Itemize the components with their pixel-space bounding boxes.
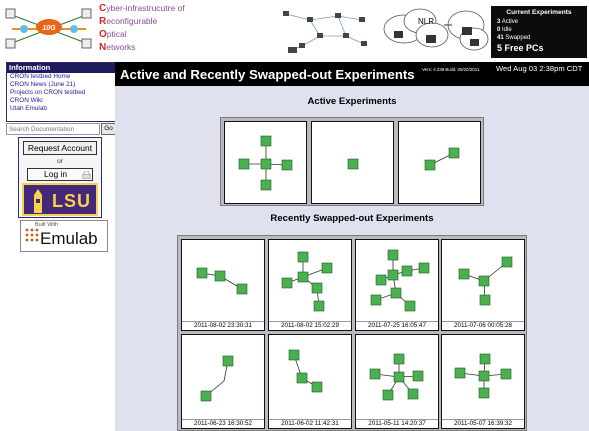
- swapped-date: 2011-05-11 14:20:37: [356, 419, 438, 428]
- search-row: Go: [6, 123, 116, 135]
- topology-diagram: [288, 349, 323, 393]
- swapped-count-row[interactable]: 41 Swapped: [495, 34, 583, 42]
- swapped-count: 41: [497, 35, 504, 41]
- active-experiment-thumb[interactable]: [224, 121, 307, 204]
- nlr-cloud-icon: NLR: [383, 8, 489, 51]
- topology-diagram: [347, 158, 359, 170]
- topology-diagram: [454, 353, 512, 399]
- active-experiment-thumb[interactable]: [311, 121, 394, 204]
- sidebar-link-projects[interactable]: Projects on CRON testbed: [7, 89, 115, 97]
- swapped-experiment-thumb[interactable]: 2011-05-07 16:39:32: [441, 334, 525, 429]
- login-label: Log in: [44, 169, 68, 179]
- network-topology-icon: [283, 11, 367, 53]
- version-text: Vers: 4.239 Build: 05/20/2011: [422, 67, 480, 72]
- swapped-experiment-thumb[interactable]: 2011-08-02 23:30:31: [181, 239, 265, 331]
- cron-title-line: Cyber-infrastrucutre of: [99, 2, 185, 15]
- account-panel: Request Account or Log in LSU: [18, 137, 102, 218]
- emulab-dots-icon: [25, 228, 39, 242]
- page-header: Active and Recently Swapped-out Experime…: [115, 62, 589, 86]
- cron-title: Cyber-infrastrucutre of Reconfigurable O…: [99, 2, 185, 54]
- active-count-row[interactable]: 3 Active: [495, 18, 583, 26]
- logo-label: 10G: [42, 25, 56, 32]
- tower-icon: [34, 189, 42, 213]
- sidebar-link-cron-wiki[interactable]: CRON Wiki: [7, 97, 115, 105]
- topology-diagram: [238, 135, 293, 191]
- active-count: 3: [497, 19, 501, 25]
- swapped-date: 2011-07-06 00:05:28: [442, 321, 524, 330]
- swapped-experiment-thumb[interactable]: 2011-06-23 16:30:52: [181, 334, 265, 429]
- search-input[interactable]: [6, 123, 100, 135]
- swapped-experiment-thumb[interactable]: 2011-06-02 11:42:31: [268, 334, 352, 429]
- idle-count-row[interactable]: 0 Idle: [495, 26, 583, 34]
- request-account-button[interactable]: Request Account: [23, 141, 97, 155]
- swapped-experiment-thumb[interactable]: 2011-08-02 15:02:29: [268, 239, 352, 331]
- title-rest: econfigurable: [106, 16, 158, 26]
- or-text: or: [57, 158, 63, 165]
- swapped-experiments-heading: Recently Swapped-out Experiments: [270, 213, 434, 224]
- idle-label: Idle: [502, 27, 512, 33]
- lock-icon: [82, 171, 91, 179]
- cron-title-line: Reconfigurable: [99, 15, 185, 28]
- information-panel: Information CRON testbed Home CRON News …: [6, 62, 116, 122]
- sidebar-link-utah-emulab[interactable]: Utah Emulab: [7, 105, 115, 113]
- topology-diagram: [370, 249, 430, 312]
- built-with-emulab-badge[interactable]: Built With Emulab: [20, 220, 108, 252]
- cron-logo[interactable]: 10G: [4, 3, 94, 55]
- information-title: Information: [7, 63, 115, 73]
- swapped-date: 2011-08-02 23:30:31: [182, 321, 264, 330]
- active-experiment-thumb[interactable]: [398, 121, 481, 204]
- active-experiments-grid: [220, 117, 484, 206]
- title-rest: etworks: [106, 42, 136, 52]
- free-pcs[interactable]: 5 Free PCs: [495, 43, 583, 54]
- cloud-label: NLR: [418, 17, 434, 26]
- initial-letter: O: [99, 29, 107, 40]
- lsu-wordmark: LSU: [52, 191, 91, 211]
- swapped-date: 2011-08-02 15:02:29: [269, 321, 351, 330]
- topology-diagram: [369, 353, 424, 401]
- topology-diagram: [281, 251, 333, 312]
- cron-title-line: Networks: [99, 41, 185, 54]
- banner: 10G Cyber-infrastrucutre of Reconfigurab…: [0, 0, 589, 60]
- sidebar: Information CRON testbed Home CRON News …: [0, 60, 116, 431]
- swapped-date: 2011-05-07 16:39:32: [442, 419, 524, 428]
- datetime-text: Wed Aug 03 2:38pm CDT: [496, 64, 583, 73]
- swapped-experiment-thumb[interactable]: 2011-07-06 00:05:28: [441, 239, 525, 331]
- lsu-logo[interactable]: LSU: [22, 183, 98, 216]
- swapped-date: 2011-06-23 16:30:52: [182, 419, 264, 428]
- swapped-label: Swapped: [505, 35, 531, 41]
- sidebar-link-cron-home[interactable]: CRON testbed Home: [7, 73, 115, 81]
- swapped-experiment-thumb[interactable]: 2011-05-11 14:20:37: [355, 334, 439, 429]
- search-go-button[interactable]: Go: [101, 123, 116, 135]
- main-content: Active Experiments Recently Swapped-out …: [115, 86, 589, 431]
- active-experiments-heading: Active Experiments: [307, 96, 397, 107]
- topology-diagram: [424, 147, 460, 171]
- topology-diagram: [458, 256, 513, 306]
- active-label: Active: [501, 19, 519, 25]
- login-button[interactable]: Log in: [27, 168, 93, 181]
- page-title: Active and Recently Swapped-out Experime…: [120, 67, 415, 82]
- cron-title-line: Optical: [99, 28, 185, 41]
- topology-diagram: [200, 355, 234, 402]
- topology-diagram: [196, 267, 248, 295]
- title-rest: yber-infrastrucutre of: [106, 3, 185, 13]
- current-experiments-panel: Current Experiments 3 Active 0 Idle 41 S…: [491, 6, 587, 58]
- page-root: 10G Cyber-infrastrucutre of Reconfigurab…: [0, 0, 589, 431]
- emulab-wordmark: Emulab: [40, 229, 98, 248]
- idle-count: 0: [497, 27, 501, 33]
- current-experiments-title: Current Experiments: [506, 9, 572, 16]
- swapped-experiment-thumb[interactable]: 2011-07-25 16:05:47: [355, 239, 439, 331]
- swapped-date: 2011-06-02 11:42:31: [269, 419, 351, 428]
- title-rest: ptical: [106, 29, 127, 39]
- swapped-date: 2011-07-25 16:05:47: [356, 321, 438, 330]
- sidebar-link-cron-news[interactable]: CRON News (June 21): [7, 81, 115, 89]
- swapped-experiments-grid: 2011-08-02 23:30:31 2011-08-02 15:02:29: [177, 235, 527, 431]
